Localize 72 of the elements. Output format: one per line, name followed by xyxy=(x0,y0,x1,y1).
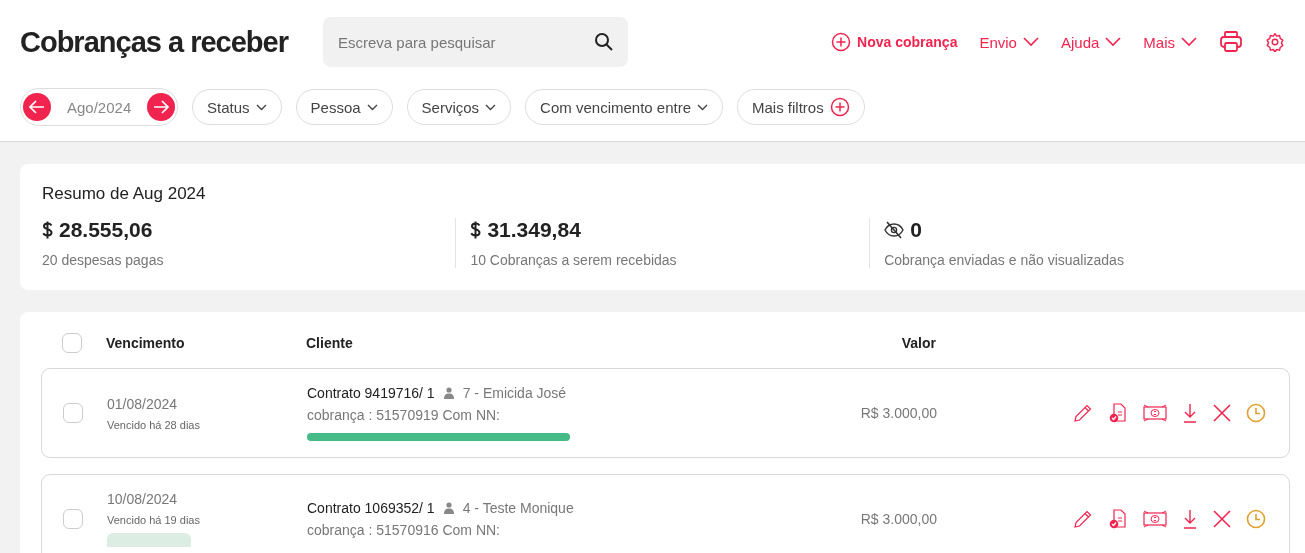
close-icon[interactable] xyxy=(1213,404,1231,422)
new-charge-button[interactable]: Nova cobrança xyxy=(831,32,958,52)
clock-icon[interactable] xyxy=(1246,403,1266,423)
due-date: 01/08/2024 xyxy=(107,395,179,412)
chevron-down-icon xyxy=(1105,37,1122,47)
amount: R$ 3.000,00 xyxy=(859,405,937,421)
filter-button[interactable]: Status xyxy=(192,89,282,125)
download-icon[interactable] xyxy=(1182,509,1198,529)
menu-button[interactable]: Mais xyxy=(1143,33,1197,51)
filter-button[interactable]: Com vencimento entre xyxy=(525,89,723,125)
person-icon xyxy=(443,387,454,399)
print-icon[interactable] xyxy=(1219,31,1243,53)
document-check-icon[interactable] xyxy=(1108,509,1128,529)
select-all-checkbox[interactable] xyxy=(62,333,82,353)
pencil-icon[interactable] xyxy=(1073,403,1093,423)
summary-title: Resumo de Aug 2024 xyxy=(42,184,207,204)
chevron-down-icon xyxy=(366,103,378,111)
settings-icon[interactable] xyxy=(1265,32,1285,52)
arrow-right-icon xyxy=(153,100,169,114)
overdue-note: Vencido há 19 dias xyxy=(107,514,201,526)
charge-info: cobrança : 51570916 Com NN: xyxy=(307,522,501,538)
stat-caption: 10 Cobranças a serem recebidas xyxy=(470,252,678,268)
filter-button[interactable]: Serviços xyxy=(406,89,512,125)
stat-caption: Cobrança enviadas e não visualizadas xyxy=(884,252,1125,268)
charge-info: cobrança : 51570919 Com NN: xyxy=(307,407,501,423)
banknote-icon[interactable] xyxy=(1143,510,1167,528)
dollar-icon xyxy=(42,221,53,239)
chevron-down-icon xyxy=(1022,37,1039,47)
previous-month-button[interactable] xyxy=(23,93,51,121)
overdue-note: Vencido há 28 dias xyxy=(107,418,201,431)
chevron-down-icon xyxy=(255,103,267,111)
stat-caption: 20 despesas pagas xyxy=(42,252,165,268)
arrow-left-icon xyxy=(29,100,45,114)
plus-circle-icon xyxy=(829,97,850,117)
charge-row[interactable]: 01/08/2024 Vencido há 28 dias Contrato 9419716/ 1 7 - Emicida José cobrança : 51570919 Com NN: R$ 3.000,00 xyxy=(41,368,1290,458)
person-icon xyxy=(443,502,454,514)
charge-row[interactable]: 10/08/2024 Vencido há 19 dias Contrato 1069352/ 1 4 - Teste Monique cobrança : 51570916 Com NN: R$ 3.000,00 xyxy=(41,474,1290,553)
next-month-button[interactable] xyxy=(147,93,175,121)
client-name: 7 - Emicida José xyxy=(462,385,567,401)
clock-icon[interactable] xyxy=(1246,509,1266,529)
chevron-down-icon xyxy=(697,103,708,111)
stat-value: 0 xyxy=(910,218,922,242)
chevron-down-icon xyxy=(1181,37,1197,47)
search-icon xyxy=(594,32,614,52)
close-icon[interactable] xyxy=(1213,510,1231,528)
stat-value: 28.555,06 xyxy=(59,218,153,242)
page-title: Cobranças a receber xyxy=(20,25,290,59)
contract-number: Contrato 9419716/ 1 xyxy=(307,385,435,401)
dollar-icon xyxy=(470,221,482,239)
menu-button[interactable]: Envio xyxy=(979,33,1039,51)
eye-off-icon xyxy=(884,221,905,239)
column-header: Cliente xyxy=(306,335,354,351)
due-date: 10/08/2024 xyxy=(107,491,179,507)
download-icon[interactable] xyxy=(1182,403,1198,423)
row-checkbox[interactable] xyxy=(63,403,83,423)
column-header: Valor xyxy=(900,335,936,351)
period-label: Ago/2024 xyxy=(66,98,133,116)
search-field[interactable]: Escreva para pesquisar xyxy=(323,17,628,67)
banknote-icon[interactable] xyxy=(1143,404,1167,422)
document-check-icon[interactable] xyxy=(1108,403,1128,423)
stat-value: 31.349,84 xyxy=(487,218,581,242)
amount: R$ 3.000,00 xyxy=(859,511,937,527)
filter-button[interactable]: Pessoa xyxy=(295,89,393,125)
chevron-down-icon xyxy=(485,103,497,111)
client-name: 4 - Teste Monique xyxy=(462,500,574,516)
plus-circle-icon xyxy=(831,32,852,52)
filter-button[interactable]: Mais filtros xyxy=(737,89,865,125)
pencil-icon[interactable] xyxy=(1073,509,1093,529)
column-header: Vencimento xyxy=(106,335,186,351)
contract-number: Contrato 1069352/ 1 xyxy=(307,500,435,516)
row-checkbox[interactable] xyxy=(63,509,83,529)
menu-button[interactable]: Ajuda xyxy=(1060,33,1122,51)
